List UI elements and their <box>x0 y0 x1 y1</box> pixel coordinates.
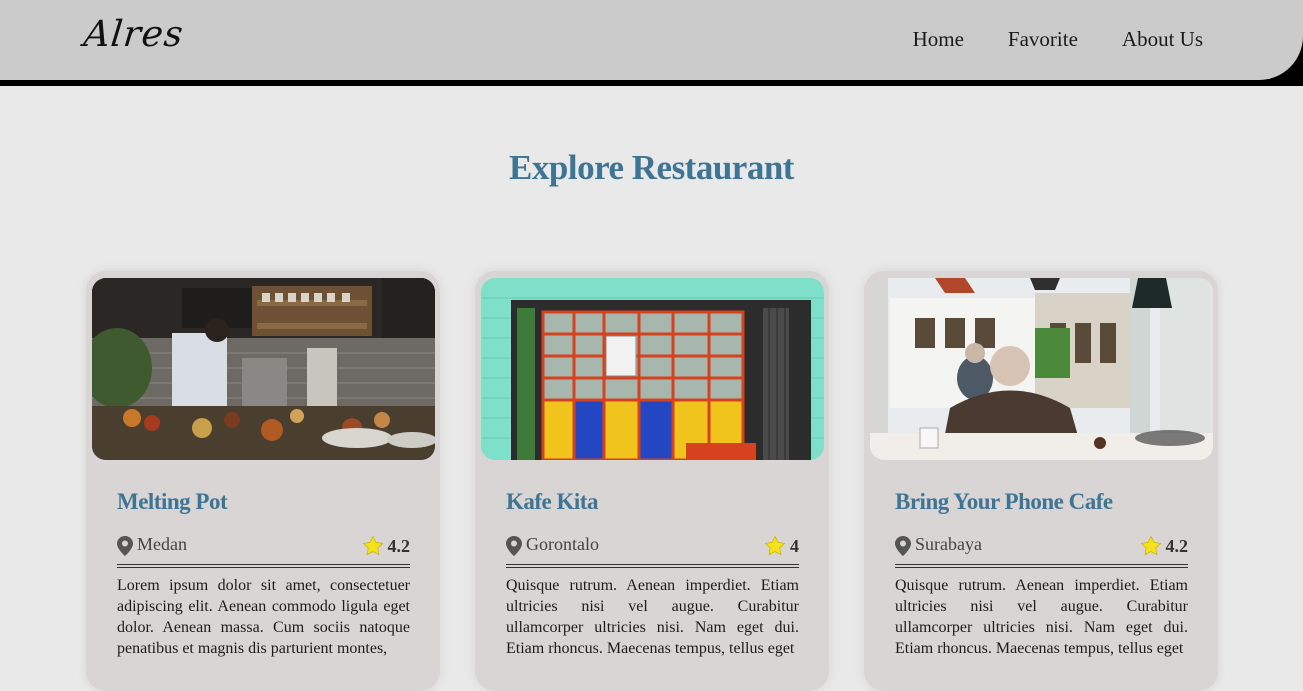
header-bar: Alres Home Favorite About Us <box>0 0 1303 80</box>
restaurant-description: Quisque rutrum. Aenean imperdiet. Etiam … <box>895 577 1188 657</box>
restaurant-card[interactable]: Bring Your Phone Cafe Surabaya 4.2 Quisq… <box>864 271 1218 691</box>
star-icon <box>764 535 786 556</box>
restaurant-city: Surabaya <box>915 534 982 554</box>
restaurant-image <box>481 278 824 460</box>
restaurant-description: Lorem ipsum dolor sit amet, consectetuer… <box>117 577 410 657</box>
restaurant-rating: 4.2 <box>362 535 411 557</box>
restaurant-meta: Gorontalo 4 <box>506 534 799 568</box>
nav-home[interactable]: Home <box>913 27 964 52</box>
rating-value: 4 <box>790 535 799 556</box>
star-icon <box>362 535 383 556</box>
rating-value: 4.2 <box>387 535 411 556</box>
restaurant-rating: 4.2 <box>1140 535 1189 557</box>
nav-favorite[interactable]: Favorite <box>1008 27 1078 52</box>
logo[interactable]: Alres <box>82 14 186 55</box>
restaurant-description: Quisque rutrum. Aenean imperdiet. Etiam … <box>506 577 799 657</box>
location-pin-icon <box>506 536 522 556</box>
page-title: Explore Restaurant <box>509 148 794 187</box>
restaurant-meta: Medan 4.2 <box>117 534 410 568</box>
restaurant-name[interactable]: Melting Pot <box>117 489 228 515</box>
location-pin-icon <box>117 536 133 556</box>
restaurant-rating: 4 <box>764 535 799 557</box>
main-nav: Home Favorite About Us <box>913 27 1203 52</box>
restaurant-card[interactable]: Melting Pot Medan 4.2 Lorem ipsum dolor … <box>86 271 440 691</box>
location-pin-icon <box>895 536 911 556</box>
restaurant-image <box>92 278 435 460</box>
restaurant-name[interactable]: Bring Your Phone Cafe <box>895 489 1113 515</box>
star-icon <box>1140 535 1161 556</box>
rating-value: 4.2 <box>1165 535 1189 556</box>
restaurant-image <box>870 278 1213 460</box>
restaurant-city: Medan <box>137 534 187 554</box>
restaurant-list: Melting Pot Medan 4.2 Lorem ipsum dolor … <box>86 271 1218 691</box>
restaurant-name[interactable]: Kafe Kita <box>506 489 598 515</box>
restaurant-meta: Surabaya 4.2 <box>895 534 1188 568</box>
nav-about-us[interactable]: About Us <box>1122 27 1203 52</box>
restaurant-card[interactable]: Kafe Kita Gorontalo 4 Quisque rutrum. Ae… <box>475 271 829 691</box>
header: Alres Home Favorite About Us <box>0 0 1303 86</box>
restaurant-city: Gorontalo <box>526 534 599 554</box>
